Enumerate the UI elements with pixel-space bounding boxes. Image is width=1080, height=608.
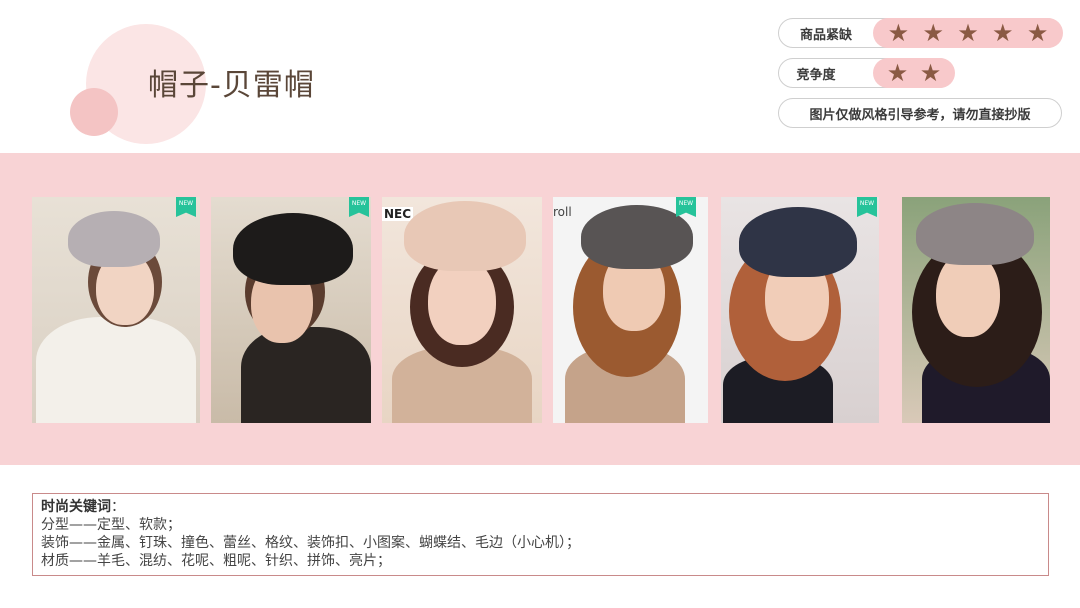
rating-scarcity: 商品紧缺 ★ ★ ★ ★ ★ [778,18,1063,48]
keywords-heading-line: 时尚关键词： [41,498,1040,516]
rating-competition-label: 竞争度 [796,67,836,83]
rating-competition-stars: ★ ★ [873,58,955,88]
star-icon: ★ [992,19,1014,47]
reference-note: 图片仅做风格引导参考，请勿直接抄版 [778,98,1062,128]
decorative-circle-small [70,88,118,136]
keywords-line-shape: 分型——定型、软款； [41,517,181,533]
star-icon: ★ [1026,19,1049,47]
star-icon: ★ [957,19,979,47]
rating-scarcity-label: 商品紧缺 [799,27,852,43]
star-icon: ★ [887,19,910,47]
beret-photo-5: NEW [721,197,879,423]
keywords-line-decoration: 装饰——金属、钉珠、撞色、蕾丝、格纹、装饰扣、小图案、蝴蝶结、毛边（小心机）； [41,535,580,551]
keywords-heading: 时尚关键词 [41,499,111,515]
star-icon: ★ [919,59,942,87]
brand-text: roll [553,205,572,219]
brand-text: NEC [382,207,414,221]
fashion-keywords-box: 时尚关键词： 分型——定型、软款； 装饰——金属、钉珠、撞色、蕾丝、格纹、装饰扣… [32,493,1049,576]
star-icon: ★ [922,19,944,47]
rating-competition: 竞争度 ★ ★ [778,58,955,88]
beret-photo-6 [902,197,1050,423]
keywords-line-material: 材质——羊毛、混纺、花呢、粗呢、针织、拼饰、亮片； [41,553,391,569]
reference-note-text: 图片仅做风格引导参考，请勿直接抄版 [809,107,1031,123]
page-title: 帽子-贝雷帽 [148,68,315,103]
beret-photo-2: NEW [211,197,371,423]
rating-scarcity-stars: ★ ★ ★ ★ ★ [873,18,1063,48]
beret-photo-1: NEW [32,197,200,423]
beret-photo-4: roll NEW [553,197,708,423]
star-icon: ★ [886,59,909,87]
keywords-heading-suffix: ： [111,499,125,515]
beret-photo-3: NEC [382,197,542,423]
